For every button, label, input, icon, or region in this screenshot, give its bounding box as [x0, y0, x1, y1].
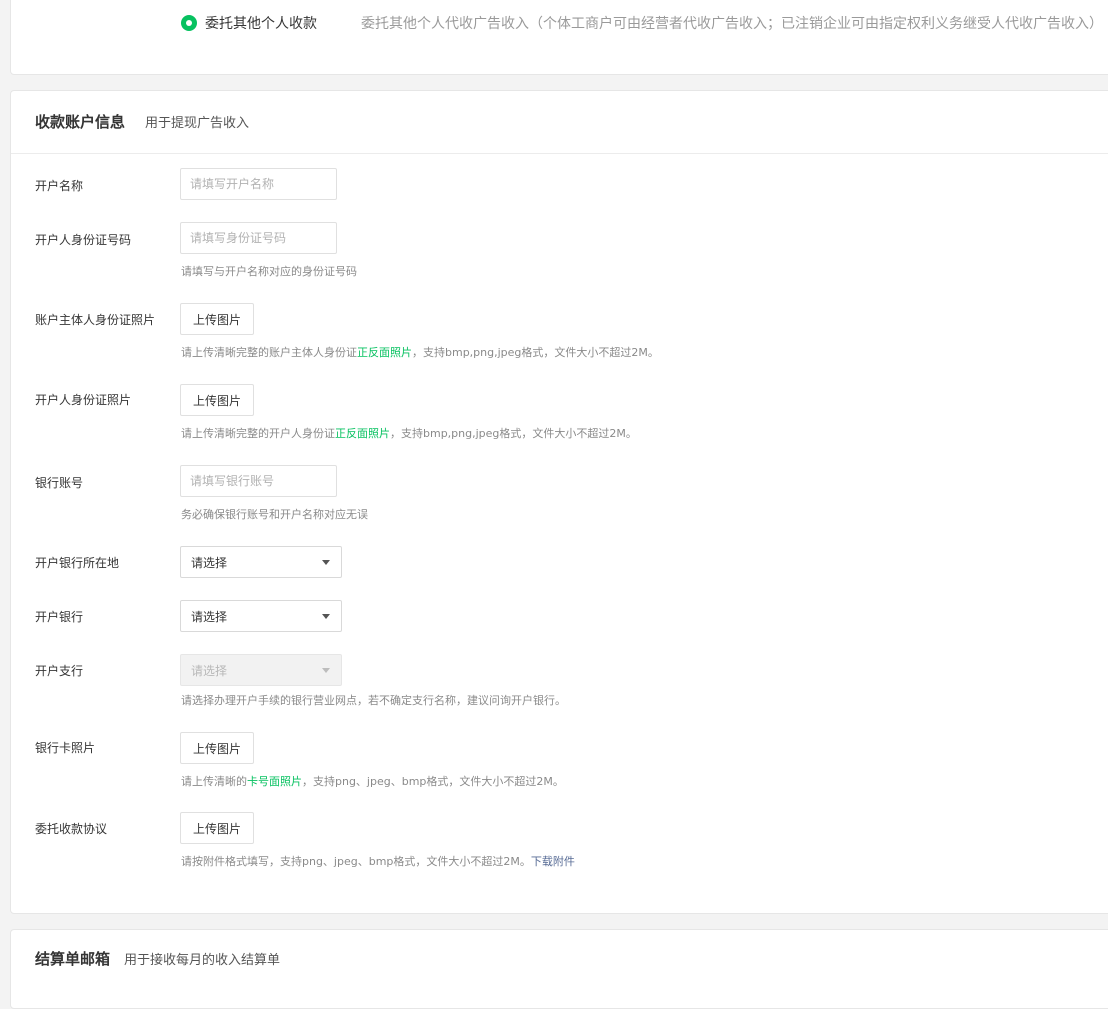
- chevron-down-icon: [322, 560, 330, 565]
- account-name-label: 开户名称: [35, 179, 84, 193]
- hint-text: ，支持bmp,png,jpeg格式，文件大小不超过2M。: [412, 346, 659, 359]
- bank-location-select[interactable]: 请选择: [180, 546, 342, 578]
- subject-id-photo-upload-button[interactable]: 上传图片: [180, 303, 254, 335]
- bank-account-hint: 务必确保银行账号和开户名称对应无误: [181, 508, 368, 521]
- bank-card-photo-hint: 请上传清晰的卡号面照片，支持png、jpeg、bmp格式，文件大小不超过2M。: [181, 773, 564, 789]
- hint-text: ，支持bmp,png,jpeg格式，文件大小不超过2M。: [390, 427, 637, 440]
- bank-label: 开户银行: [35, 610, 84, 624]
- branch-label: 开户支行: [35, 664, 84, 678]
- subject-id-photo-label: 账户主体人身份证照片: [35, 313, 156, 327]
- bank-account-label: 银行账号: [35, 476, 84, 490]
- holder-id-photo-label: 开户人身份证照片: [35, 393, 132, 407]
- bank-account-input[interactable]: [180, 465, 337, 497]
- hint-text: 请上传清晰的: [181, 775, 247, 788]
- subject-id-photo-hint: 请上传清晰完整的账户主体人身份证正反面照片，支持bmp,png,jpeg格式，文…: [181, 344, 659, 360]
- hint-highlight: 正反面照片: [357, 346, 412, 359]
- hint-highlight: 正反面照片: [335, 427, 390, 440]
- hint-text: 请上传清晰完整的账户主体人身份证: [181, 346, 357, 359]
- id-number-hint: 请填写与开户名称对应的身份证号码: [181, 265, 357, 278]
- bank-card-photo-upload-button[interactable]: 上传图片: [180, 732, 254, 764]
- radio-label: 委托其他个人收款: [205, 16, 317, 32]
- bank-value: 请选择: [191, 609, 228, 624]
- section-header: 收款账户信息 用于提现广告收入: [35, 111, 249, 132]
- agreement-upload-button[interactable]: 上传图片: [180, 812, 254, 844]
- branch-value: 请选择: [191, 663, 228, 678]
- hint-text: ，支持png、jpeg、bmp格式，文件大小不超过2M。: [302, 775, 564, 788]
- id-number-input[interactable]: [180, 222, 337, 254]
- account-info-card: 收款账户信息 用于提现广告收入 开户名称 开户人身份证号码 请填写与开户名称对应…: [10, 90, 1108, 914]
- section-subtitle: 用于提现广告收入: [145, 116, 250, 131]
- agreement-hint: 请按附件格式填写，支持png、jpeg、bmp格式，文件大小不超过2M。下载附件: [181, 853, 575, 869]
- bank-location-value: 请选择: [191, 555, 228, 570]
- section-subtitle: 用于接收每月的收入结算单: [124, 953, 281, 968]
- radio-option-delegate[interactable]: 委托其他个人收款 委托其他个人代收广告收入（个体工商户可由经营者代收广告收入；已…: [181, 13, 1103, 33]
- account-name-input[interactable]: [180, 168, 337, 200]
- download-attachment-link[interactable]: 下载附件: [531, 855, 575, 868]
- chevron-down-icon: [322, 668, 330, 673]
- id-number-label: 开户人身份证号码: [35, 233, 132, 247]
- divider: [11, 153, 1108, 154]
- branch-hint: 请选择办理开户手续的银行营业网点，若不确定支行名称，建议问询开户银行。: [181, 694, 566, 707]
- section-title: 结算单邮箱: [35, 950, 111, 968]
- statement-email-card: 结算单邮箱 用于接收每月的收入结算单: [10, 929, 1108, 1009]
- chevron-down-icon: [322, 614, 330, 619]
- section-header: 结算单邮箱 用于接收每月的收入结算单: [35, 948, 280, 969]
- radio-selected-icon[interactable]: [181, 15, 197, 31]
- branch-select: 请选择: [180, 654, 342, 686]
- holder-id-photo-upload-button[interactable]: 上传图片: [180, 384, 254, 416]
- holder-id-photo-hint: 请上传清晰完整的开户人身份证正反面照片，支持bmp,png,jpeg格式，文件大…: [181, 425, 637, 441]
- payee-type-card: 委托其他个人收款 委托其他个人代收广告收入（个体工商户可由经营者代收广告收入；已…: [10, 0, 1108, 75]
- section-title: 收款账户信息: [35, 113, 126, 131]
- hint-text: 请按附件格式填写，支持png、jpeg、bmp格式，文件大小不超过2M。: [181, 855, 531, 868]
- radio-description: 委托其他个人代收广告收入（个体工商户可由经营者代收广告收入；已注销企业可由指定权…: [361, 16, 1103, 32]
- hint-highlight: 卡号面照片: [247, 775, 302, 788]
- hint-text: 请上传清晰完整的开户人身份证: [181, 427, 335, 440]
- agreement-label: 委托收款协议: [35, 822, 108, 836]
- bank-select[interactable]: 请选择: [180, 600, 342, 632]
- bank-location-label: 开户银行所在地: [35, 556, 120, 570]
- bank-card-photo-label: 银行卡照片: [35, 741, 96, 755]
